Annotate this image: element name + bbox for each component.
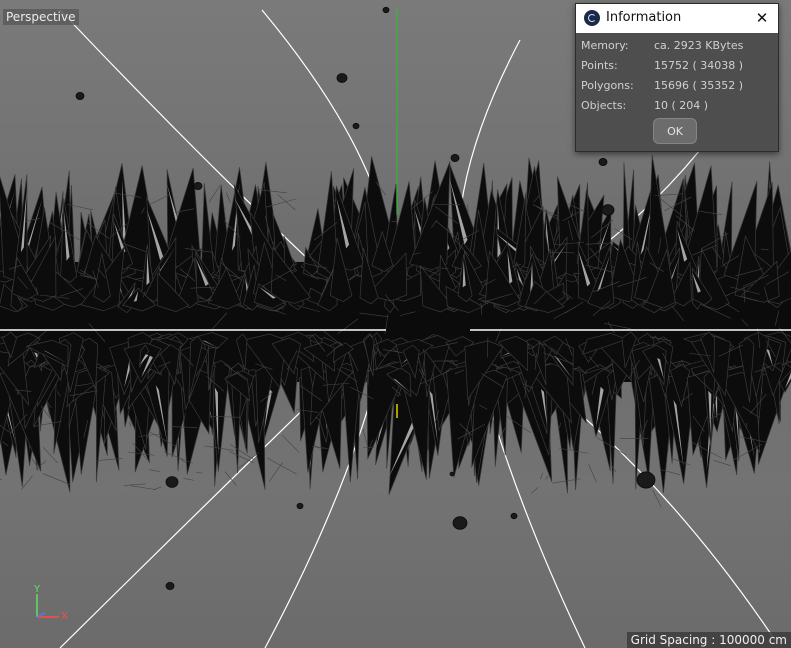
info-value: ca. 2923 KBytes bbox=[654, 39, 744, 52]
floating-blob bbox=[382, 6, 390, 14]
wire-edge bbox=[363, 446, 375, 449]
wire-edge bbox=[129, 421, 131, 427]
wire-edge bbox=[42, 447, 58, 464]
viewport-label[interactable]: Perspective bbox=[3, 9, 79, 25]
wire-edge bbox=[149, 469, 160, 473]
close-button[interactable]: ✕ bbox=[746, 4, 778, 33]
dialog-title-bar[interactable]: Information ✕ bbox=[576, 4, 778, 33]
crystal-geometry bbox=[0, 154, 791, 508]
wire-edge bbox=[713, 460, 731, 466]
axis-y-label: Y bbox=[34, 584, 41, 595]
floating-blob bbox=[636, 471, 656, 489]
cinema4d-app-icon bbox=[584, 10, 600, 26]
wire-edge bbox=[208, 185, 221, 203]
info-row-objects: Objects: 10 ( 204 ) bbox=[581, 99, 771, 119]
info-row-memory: Memory: ca. 2923 KBytes bbox=[581, 39, 771, 59]
perspective-viewport[interactable]: Perspective Grid Spacing : 100000 cm Y X… bbox=[0, 0, 791, 648]
info-label: Polygons: bbox=[581, 79, 634, 92]
info-label: Objects: bbox=[581, 99, 627, 112]
floating-blob bbox=[601, 204, 615, 216]
info-label: Points: bbox=[581, 59, 618, 72]
info-label: Memory: bbox=[581, 39, 629, 52]
wire-edge bbox=[277, 193, 296, 211]
info-value: 15752 ( 34038 ) bbox=[654, 59, 744, 72]
wire-edge bbox=[226, 192, 231, 203]
floating-blob bbox=[296, 502, 304, 510]
axis-x-label: X bbox=[61, 611, 68, 622]
wire-edge bbox=[540, 472, 543, 480]
wire-edge bbox=[266, 457, 297, 475]
floating-blob bbox=[449, 471, 455, 477]
axis-gizmo: Y X bbox=[28, 584, 78, 628]
information-dialog[interactable]: Information ✕ Memory: ca. 2923 KBytes Po… bbox=[575, 3, 779, 152]
info-row-polygons: Polygons: 15696 ( 35352 ) bbox=[581, 79, 771, 99]
floating-blob bbox=[510, 512, 518, 520]
floating-blob bbox=[193, 181, 203, 190]
wire-edge bbox=[123, 483, 146, 486]
floating-blob bbox=[336, 73, 348, 83]
info-rows: Memory: ca. 2923 KBytes Points: 15752 ( … bbox=[581, 39, 771, 119]
floating-blob bbox=[165, 582, 175, 591]
floating-blob bbox=[75, 92, 85, 101]
floating-blob bbox=[352, 122, 360, 130]
wire-edge bbox=[281, 434, 300, 453]
wire-edge bbox=[269, 462, 283, 482]
floating-blob bbox=[165, 476, 179, 488]
grid-spacing-readout: Grid Spacing : 100000 cm bbox=[626, 632, 791, 648]
info-value: 15696 ( 35352 ) bbox=[654, 79, 744, 92]
floating-blob bbox=[450, 153, 460, 162]
floating-blob bbox=[452, 516, 468, 530]
wire-edge bbox=[531, 487, 539, 494]
wire-edge bbox=[183, 478, 194, 481]
wire-edge bbox=[130, 485, 157, 490]
wire-edge bbox=[545, 475, 549, 480]
info-row-points: Points: 15752 ( 34038 ) bbox=[581, 59, 771, 79]
wire-edge bbox=[0, 478, 2, 481]
info-value: 10 ( 204 ) bbox=[654, 99, 709, 112]
dialog-title: Information bbox=[606, 10, 682, 25]
floating-blob bbox=[598, 157, 608, 166]
ok-button[interactable]: OK bbox=[653, 118, 697, 144]
wire-edge bbox=[588, 464, 597, 483]
wire-edge bbox=[237, 452, 259, 469]
